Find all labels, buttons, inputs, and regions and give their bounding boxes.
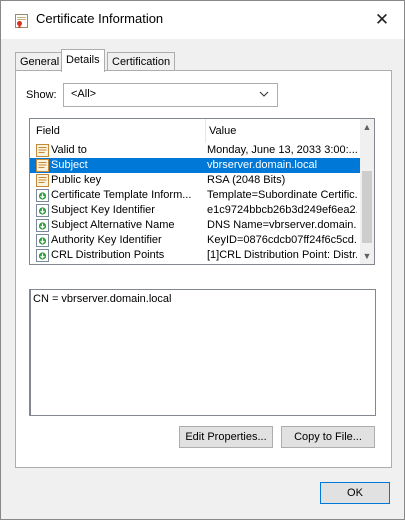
close-icon: ✕ <box>374 10 390 29</box>
extension-icon <box>36 234 49 247</box>
certificate-field-icon <box>36 144 49 157</box>
tab-certification-path[interactable]: Certification Path <box>107 52 176 86</box>
row-value: e1c9724bbcb26b3d249ef6ea2... <box>207 204 357 216</box>
column-divider[interactable] <box>205 119 206 143</box>
column-header-value[interactable]: Value <box>209 125 236 137</box>
certificate-dialog: Certificate Information ✕ General Detail… <box>0 0 405 520</box>
row-field: Public key <box>51 174 102 186</box>
row-value: DNS Name=vbrserver.domain.... <box>207 219 357 231</box>
list-row[interactable]: Authority Key Identifier KeyID=0876cdcb07… <box>30 233 360 248</box>
show-label: Show: <box>26 89 57 101</box>
list-header: Field Value <box>30 119 360 143</box>
certificate-icon <box>15 14 28 28</box>
scroll-down-icon[interactable]: ▼ <box>360 248 374 264</box>
list-row[interactable]: Valid to Monday, June 13, 2033 3:00:... <box>30 143 360 158</box>
copy-to-file-button[interactable]: Copy to File... <box>281 426 375 448</box>
row-value: Monday, June 13, 2033 3:00:... <box>207 144 357 156</box>
edit-properties-button[interactable]: Edit Properties... <box>179 426 273 448</box>
list-row[interactable]: Public key RSA (2048 Bits) <box>30 173 360 188</box>
fields-list[interactable]: Field Value Valid to Monday, June 13, 203… <box>29 118 375 265</box>
list-row[interactable]: Certificate Template Inform... Template=S… <box>30 188 360 203</box>
row-value: Template=Subordinate Certific... <box>207 189 357 201</box>
extension-icon <box>36 219 49 232</box>
row-value: vbrserver.domain.local <box>207 159 318 171</box>
column-header-field[interactable]: Field <box>36 125 60 137</box>
details-panel: Show: <All> Field Value Valid to Monday, … <box>15 70 392 468</box>
scroll-up-icon[interactable]: ▲ <box>360 119 374 135</box>
list-row[interactable]: Subject vbrserver.domain.local <box>30 158 360 173</box>
extension-icon <box>36 249 49 262</box>
vertical-scrollbar[interactable]: ▲ ▼ <box>360 119 374 264</box>
certificate-field-icon <box>36 174 49 187</box>
value-detail-box[interactable]: CN = vbrserver.domain.local <box>29 289 376 416</box>
show-select[interactable]: <All> <box>63 83 278 107</box>
extension-icon <box>36 204 49 217</box>
extension-icon <box>36 189 49 202</box>
tab-general[interactable]: General <box>15 52 65 71</box>
row-value: [1]CRL Distribution Point: Distr... <box>207 249 357 261</box>
chevron-down-icon <box>259 91 269 97</box>
ok-button[interactable]: OK <box>320 482 390 504</box>
list-row[interactable]: CRL Distribution Points [1]CRL Distributi… <box>30 248 360 263</box>
row-field: Valid to <box>51 144 87 156</box>
tab-details[interactable]: Details <box>61 49 105 72</box>
row-field: CRL Distribution Points <box>51 249 165 261</box>
row-field: Certificate Template Inform... <box>51 189 192 201</box>
scroll-thumb[interactable] <box>362 171 372 243</box>
certificate-field-icon <box>36 159 49 172</box>
row-value: RSA (2048 Bits) <box>207 174 286 186</box>
row-value: KeyID=0876cdcb07ff24f6c5cd... <box>207 234 357 246</box>
row-field: Authority Key Identifier <box>51 234 162 246</box>
list-row[interactable]: Subject Alternative Name DNS Name=vbrserv… <box>30 218 360 233</box>
value-detail-text: CN = vbrserver.domain.local <box>33 293 172 305</box>
row-field: Subject Key Identifier <box>51 204 155 216</box>
list-row[interactable]: Subject Key Identifier e1c9724bbcb26b3d24… <box>30 203 360 218</box>
row-field: Subject Alternative Name <box>51 219 175 231</box>
title-bar[interactable]: Certificate Information ✕ <box>1 1 404 39</box>
close-button[interactable]: ✕ <box>360 1 404 39</box>
dialog-title: Certificate Information <box>36 11 164 26</box>
show-select-value: <All> <box>71 88 97 100</box>
list-rows: Valid to Monday, June 13, 2033 3:00:... Su… <box>30 143 360 264</box>
row-field: Subject <box>51 159 88 171</box>
